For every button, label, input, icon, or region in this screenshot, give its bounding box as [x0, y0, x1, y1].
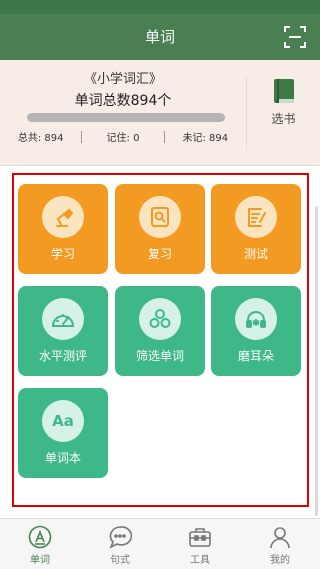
tile-test[interactable]: 测试 [211, 184, 301, 274]
stat-remembered: 记住: 0 [106, 133, 140, 144]
tab-label: 句式 [110, 555, 130, 566]
headphones-icon [246, 311, 266, 328]
tile-icon-wrap [139, 298, 181, 340]
stats-row: 总共: 894 记住: 0 未记: 894 [0, 129, 246, 144]
tab-sentences[interactable]: 句式 [80, 519, 160, 569]
chat-bubble-icon [109, 526, 132, 549]
tile-label: 筛选单词 [135, 349, 184, 363]
tile-label: 学习 [50, 247, 75, 261]
stat-total: 总共: 894 [17, 133, 64, 144]
tile-label: 单词本 [44, 451, 81, 465]
tile-filter-words[interactable]: 筛选单词 [115, 286, 205, 376]
stat-unremembered: 未记: 894 [182, 133, 229, 144]
tab-label: 我的 [270, 555, 290, 566]
toolbox-icon [189, 528, 211, 547]
page-title: 单词 [144, 28, 175, 46]
select-book-button[interactable]: 选书 [247, 78, 320, 127]
tile-icon-wrap [42, 298, 84, 340]
gauge-icon [51, 314, 75, 327]
scrollbar[interactable] [315, 206, 318, 516]
letter-a-icon [28, 525, 52, 549]
tile-icon-wrap [235, 298, 277, 340]
feature-grid: 学习 复习 测试 水平测评 筛选单词 磨耳朵 Aa 单词本 [12, 173, 309, 507]
tab-tools[interactable]: 工具 [160, 519, 240, 569]
tile-label: 水平测评 [38, 349, 87, 363]
tab-label: 工具 [190, 555, 210, 566]
tile-label: 复习 [147, 247, 172, 261]
tile-ear-training[interactable]: 磨耳朵 [211, 286, 301, 376]
tab-words[interactable]: 单词 [0, 519, 80, 569]
tile-icon-wrap [139, 196, 181, 238]
status-bar [0, 0, 320, 14]
tile-label: 磨耳朵 [237, 349, 274, 363]
progress-bar [27, 113, 225, 122]
tile-icon-wrap [42, 196, 84, 238]
tab-bar: 单词 句式 工具 我的 [0, 518, 320, 569]
tile-review[interactable]: 复习 [115, 184, 205, 274]
tab-profile[interactable]: 我的 [240, 519, 320, 569]
select-book-label: 选书 [271, 112, 296, 126]
magnifier-doc-icon [151, 207, 169, 227]
tile-icon-wrap: Aa [42, 400, 84, 442]
word-total: 单词总数894个 [74, 93, 172, 109]
tile-label: 测试 [243, 247, 268, 261]
tile-level-assessment[interactable]: 水平测评 [18, 286, 108, 376]
tab-label: 单词 [30, 555, 50, 566]
tile-study[interactable]: 学习 [18, 184, 108, 274]
book-name[interactable]: 《小学词汇》 [0, 68, 246, 87]
desk-lamp-icon [56, 208, 74, 227]
book-icon [273, 79, 294, 103]
scan-icon[interactable] [284, 26, 306, 48]
main-content: 学习 复习 测试 水平测评 筛选单词 磨耳朵 Aa 单词本 [0, 166, 320, 518]
tile-icon-wrap [235, 196, 277, 238]
checklist-icon [248, 208, 266, 227]
tile-wordbook[interactable]: Aa 单词本 [18, 388, 108, 478]
app-header: 单词 [0, 14, 320, 60]
three-circles-icon [149, 309, 171, 328]
aa-text-icon: Aa [52, 412, 74, 430]
book-panel: 《小学词汇》 单词总数894个 总共: 894 记住: 0 未记: 894 选书 [0, 60, 320, 166]
person-icon [270, 527, 290, 549]
